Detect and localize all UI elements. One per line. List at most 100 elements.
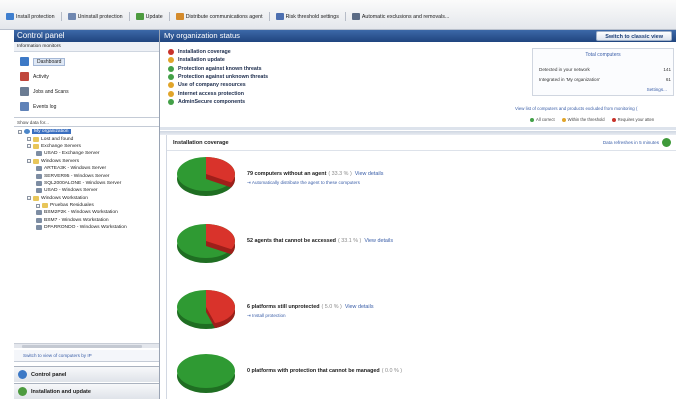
view-details-link[interactable]: View details	[355, 171, 384, 177]
tree-node[interactable]: ARTEA3K - Windows Server	[16, 165, 159, 172]
status-item[interactable]: Internet access protection	[168, 89, 268, 97]
nav-control-panel[interactable]: Control panel	[14, 366, 159, 382]
main-toolbar: Install protection Uninstall protection Up…	[0, 0, 676, 30]
toolbar-button-1[interactable]: Uninstall protection	[67, 13, 123, 20]
integrated-value: 61	[665, 77, 671, 82]
total-computers-box: Total computers Detected in your network…	[532, 48, 674, 96]
coverage-pie-chart	[177, 157, 235, 196]
monitor-jobs-and-scans[interactable]: Jobs and Scans	[20, 84, 159, 99]
toolbar-separator	[128, 12, 130, 21]
tree-expander[interactable]: -	[27, 144, 31, 149]
coverage-action-link[interactable]: ⇥ Install protection	[247, 313, 286, 319]
tree-node-label: Windows Servers	[41, 158, 80, 164]
legend-dot-icon	[561, 117, 566, 122]
coverage-row-title: 0 platforms with protection that cannot …	[247, 368, 380, 374]
tree-node[interactable]: BSM2P2K - Windows Workstation	[16, 209, 159, 216]
toolbar-separator	[344, 12, 346, 21]
toolbar-button-2[interactable]: Update	[135, 13, 163, 20]
excluded-computers-link[interactable]: View list of computers and products excl…	[515, 106, 637, 111]
toolbar-button-0[interactable]: Install protection	[6, 13, 55, 20]
tree-expander[interactable]: -	[27, 159, 31, 164]
tree-node[interactable]: - Exchange Servers	[16, 143, 159, 150]
toolbar-button-4[interactable]: Risk threshold settings	[275, 13, 339, 20]
detected-label: Detected in your network	[539, 67, 590, 72]
tree-node[interactable]: - Lost and found	[16, 135, 159, 142]
coverage-action-link[interactable]: ⇥ Automatically distribute the agent to …	[247, 180, 360, 186]
toolbar-separator	[268, 12, 270, 21]
tree-node[interactable]: BSM7 - Windows Workstation	[16, 217, 159, 224]
coverage-row-text: 79 computers without an agent( 33.3 % ) V…	[247, 171, 383, 177]
status-item[interactable]: Protection against unknown threats	[168, 73, 268, 81]
scrollbar-thumb[interactable]	[22, 345, 142, 348]
status-item-label: Protection against unknown threats	[178, 74, 269, 81]
refresh-icon[interactable]	[662, 138, 671, 147]
switch-ip-view-link[interactable]: Switch to view of computers by IP	[14, 350, 159, 362]
switch-classic-view-button[interactable]: Switch to classic view	[596, 31, 672, 41]
status-item[interactable]: Installation update	[168, 56, 268, 64]
tree-expander[interactable]: -	[27, 137, 31, 142]
status-dot-icon	[168, 49, 174, 56]
tree-node-label: My organization	[32, 129, 71, 135]
coverage-action-label: Install protection	[252, 313, 286, 318]
legend-dot-icon	[530, 117, 534, 122]
status-item[interactable]: Protection against known threats	[168, 65, 268, 73]
toolbar-button-3[interactable]: Distribute communications agent	[175, 13, 263, 20]
tree-node[interactable]: SERVER95 - Windows Server	[16, 172, 159, 179]
distribute-icon	[175, 13, 184, 20]
status-area: Installation coverage Installation update…	[160, 42, 676, 130]
tree-node[interactable]: - My organization	[16, 128, 159, 135]
nav-installation-update[interactable]: Installation and update	[14, 383, 159, 399]
status-item-label: Internet access protection	[178, 90, 244, 97]
tree-node[interactable]: SQL2000ALONE - Windows Server	[16, 180, 159, 187]
tree-expander[interactable]: -	[36, 203, 40, 208]
legend-label: Within the threshold	[567, 117, 605, 122]
folder-icon	[33, 195, 39, 201]
view-details-link[interactable]: View details	[345, 304, 374, 310]
status-item[interactable]: AdminSecure components	[168, 98, 268, 106]
toolbar-button-5[interactable]: Automatic exclusions and removals...	[351, 13, 449, 20]
status-item-label: Installation update	[178, 57, 225, 64]
toolbar-row: Install protection Uninstall protection Up…	[6, 12, 449, 21]
tree-node[interactable]: - Pruebas Residuales	[16, 202, 159, 209]
toolbar-button-label: Install protection	[16, 13, 55, 20]
nav-control-panel-label: Control panel	[31, 371, 67, 378]
tree-node[interactable]: - Windows Servers	[16, 158, 159, 165]
monitor-activity[interactable]: Activity	[20, 69, 159, 84]
pie-slice-green	[177, 354, 235, 388]
tree-expander[interactable]: -	[18, 129, 22, 134]
tree-horizontal-scrollbar[interactable]	[14, 343, 159, 348]
status-item[interactable]: Installation coverage	[168, 48, 268, 56]
tree-node[interactable]: DPARRONDO - Windows Workstation	[16, 224, 159, 231]
status-dot-icon	[168, 57, 174, 64]
view-details-link[interactable]: View details	[364, 238, 393, 244]
tree-expander[interactable]: -	[27, 196, 31, 201]
coverage-pie-chart	[177, 224, 235, 263]
tree-node[interactable]: USAD - Windows Server	[16, 187, 159, 194]
tree-node-label: BSM7 - Windows Workstation	[44, 217, 109, 223]
toolbar-button-label: Update	[145, 13, 163, 20]
monitor-dashboard[interactable]: Dashboard	[20, 54, 159, 69]
detected-value: 141	[663, 67, 671, 72]
legend-dot-icon	[611, 117, 616, 122]
toolbar-button-label: Distribute communications agent	[185, 13, 263, 20]
tree-node[interactable]: - Windows Workstation	[16, 195, 159, 202]
install-icon	[6, 13, 14, 20]
monitor-label: Jobs and Scans	[33, 88, 69, 95]
status-item-label: AdminSecure components	[178, 98, 246, 105]
monitor-label: Events log	[33, 103, 57, 110]
status-item-label: Installation coverage	[178, 49, 231, 56]
toolbar-button-label: Risk threshold settings	[285, 13, 339, 20]
computer-icon	[36, 225, 42, 231]
coverage-pie-chart	[177, 354, 235, 393]
toolbar-separator	[60, 12, 62, 21]
tree-node[interactable]: USAD - Exchange Server	[16, 150, 159, 157]
status-item[interactable]: Use of company resources	[168, 81, 268, 89]
status-list: Installation coverage Installation update…	[168, 48, 268, 106]
settings-link[interactable]: Settings...	[647, 87, 667, 92]
monitor-events-log[interactable]: Events log	[20, 99, 159, 114]
coverage-row-percent: ( 5.0 % )	[321, 304, 342, 310]
folder-icon	[33, 143, 39, 149]
control-panel-title: Control panel	[14, 30, 159, 42]
toolbar-separator	[168, 12, 170, 21]
events-icon	[20, 102, 29, 111]
